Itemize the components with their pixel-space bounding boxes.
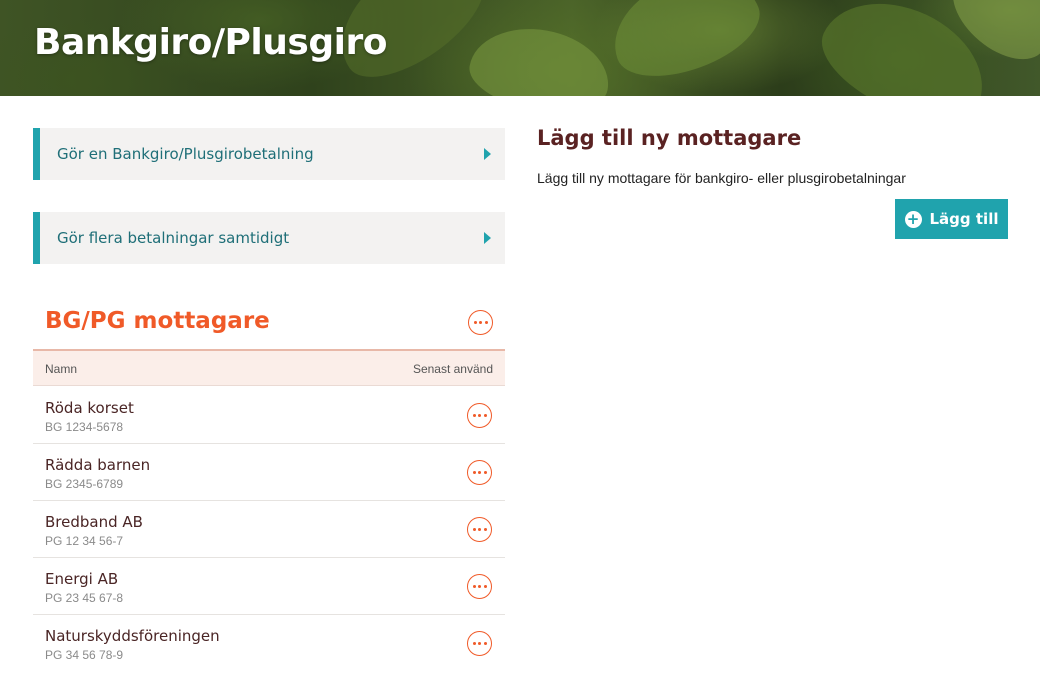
recipient-account: BG 2345-6789 bbox=[45, 477, 124, 491]
recipients-more-options-icon[interactable] bbox=[468, 310, 493, 335]
recipient-name: Energi AB bbox=[45, 570, 119, 588]
table-row[interactable]: Rädda barnen BG 2345-6789 bbox=[33, 444, 505, 501]
add-recipient-title: Lägg till ny mottagare bbox=[537, 126, 802, 150]
row-more-options-icon[interactable] bbox=[467, 460, 492, 485]
link-multiple-payments[interactable]: Gör flera betalningar samtidigt bbox=[33, 212, 505, 264]
recipient-account: BG 1234-5678 bbox=[45, 420, 124, 434]
recipient-name: Bredband AB bbox=[45, 513, 143, 531]
add-recipient-description: Lägg till ny mottagare för bankgiro- ell… bbox=[537, 170, 906, 186]
link-label: Gör en Bankgiro/Plusgirobetalning bbox=[57, 145, 314, 163]
recipient-account: PG 23 45 67-8 bbox=[45, 591, 124, 605]
row-more-options-icon[interactable] bbox=[467, 631, 492, 656]
table-row[interactable]: Naturskyddsföreningen PG 34 56 78-9 bbox=[33, 615, 505, 672]
recipient-name: Rädda barnen bbox=[45, 456, 151, 474]
header-banner: Bankgiro/Plusgiro bbox=[0, 0, 1040, 96]
table-row[interactable]: Energi AB PG 23 45 67-8 bbox=[33, 558, 505, 615]
leaf-decoration bbox=[599, 0, 771, 93]
column-header-last-used[interactable]: Senast använd bbox=[413, 362, 493, 376]
plus-circle-icon: + bbox=[904, 210, 922, 228]
chevron-right-icon bbox=[484, 148, 491, 160]
chevron-right-icon bbox=[484, 232, 491, 244]
add-button-label: Lägg till bbox=[929, 210, 999, 228]
table-row[interactable]: Röda korset BG 1234-5678 bbox=[33, 387, 505, 444]
recipients-title: BG/PG mottagare bbox=[45, 308, 270, 334]
row-more-options-icon[interactable] bbox=[467, 403, 492, 428]
link-single-payment[interactable]: Gör en Bankgiro/Plusgirobetalning bbox=[33, 128, 505, 180]
recipients-table-header: Namn Senast använd bbox=[33, 349, 505, 386]
recipient-name: Röda korset bbox=[45, 399, 134, 417]
table-row[interactable]: Bredband AB PG 12 34 56-7 bbox=[33, 501, 505, 558]
row-more-options-icon[interactable] bbox=[467, 517, 492, 542]
recipient-account: PG 34 56 78-9 bbox=[45, 648, 124, 662]
leaf-decoration bbox=[464, 18, 616, 96]
row-more-options-icon[interactable] bbox=[467, 574, 492, 599]
add-recipient-button[interactable]: + Lägg till bbox=[895, 199, 1008, 239]
recipient-name: Naturskyddsföreningen bbox=[45, 627, 220, 645]
recipient-account: PG 12 34 56-7 bbox=[45, 534, 124, 548]
page-title: Bankgiro/Plusgiro bbox=[34, 22, 387, 63]
column-header-name[interactable]: Namn bbox=[45, 362, 77, 376]
link-label: Gör flera betalningar samtidigt bbox=[57, 229, 290, 247]
